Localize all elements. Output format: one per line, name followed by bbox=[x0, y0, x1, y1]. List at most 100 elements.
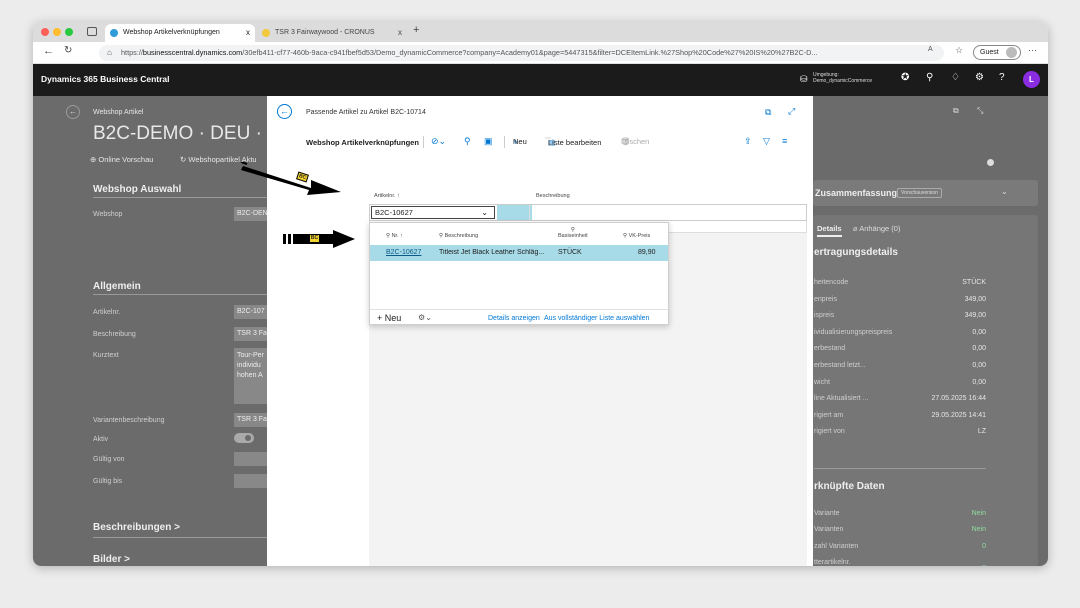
column-header-beschreibung[interactable]: Beschreibung bbox=[536, 193, 570, 199]
details-link[interactable]: Details anzeigen bbox=[488, 315, 540, 322]
annotation-marker: BC bbox=[309, 234, 320, 243]
search-icon[interactable]: ⚲ bbox=[926, 72, 933, 83]
factbox-row-value: STÜCK bbox=[962, 279, 986, 286]
back-icon[interactable]: ← bbox=[277, 104, 292, 119]
lookup-col-vk[interactable]: ⚲ VK-Preis bbox=[623, 233, 650, 239]
online-preview-action[interactable]: ⊕ Online Vorschau bbox=[90, 155, 153, 164]
section-allgemein: Allgemein bbox=[93, 281, 141, 292]
variantenbeschreibung-field[interactable]: TSR 3 Fa bbox=[234, 413, 267, 427]
factbox-row-label: rigiert am bbox=[814, 411, 844, 419]
refresh-icon[interactable]: ↻ bbox=[64, 45, 72, 56]
app-title: Dynamics 365 Business Central bbox=[41, 74, 170, 84]
section-bilder[interactable]: Bilder > bbox=[93, 554, 130, 565]
column-header-artikelnr[interactable]: Artikelnr. ↑ bbox=[374, 193, 400, 199]
factbox-row-label: wicht bbox=[814, 378, 830, 386]
search-icon[interactable]: ⚲ bbox=[464, 136, 471, 147]
back-icon[interactable]: ← bbox=[66, 105, 80, 119]
annotation-arrow-1 bbox=[241, 162, 341, 195]
field-label: Variantenbeschreibung bbox=[93, 417, 165, 424]
page-subtitle: Webshop Artikel bbox=[93, 109, 144, 116]
full-list-link[interactable]: Aus vollständiger Liste auswählen bbox=[544, 315, 649, 322]
divider bbox=[814, 468, 986, 469]
chevron-down-icon[interactable]: ⌄ bbox=[1001, 187, 1008, 196]
tab-tsr[interactable]: TSR 3 Fairwaywood - CRONUS x bbox=[257, 24, 407, 42]
collapse-icon[interactable]: ⤡ bbox=[977, 106, 983, 116]
field-label: Aktiv bbox=[93, 436, 109, 443]
guest-profile-button[interactable]: Guest bbox=[973, 45, 1021, 60]
new-tab-button[interactable]: + bbox=[413, 24, 419, 36]
filter-pane-icon[interactable]: ▣ bbox=[484, 136, 493, 147]
webshop-field[interactable]: B2C-DEN bbox=[234, 207, 267, 221]
column-label: Basiseinheit bbox=[558, 233, 588, 239]
filter-icon[interactable]: ▽ bbox=[763, 136, 770, 147]
separator bbox=[423, 136, 424, 148]
lookup-row-einheit: STÜCK bbox=[558, 249, 582, 256]
lookup-row-nr[interactable]: B2C-10627 bbox=[386, 249, 421, 256]
gueltig-von-field[interactable] bbox=[234, 452, 267, 466]
favorites-icon[interactable]: ☆ bbox=[955, 45, 963, 56]
button-label: Löschen bbox=[621, 137, 650, 146]
minimize-window-icon[interactable] bbox=[53, 28, 61, 36]
edit-list-button[interactable]: ▤ Liste bearbeiten bbox=[545, 137, 601, 147]
factbox-section-title: ertragungsdetails bbox=[814, 247, 898, 258]
toggle-knob bbox=[245, 435, 251, 441]
field-label: Gültig bis bbox=[93, 478, 123, 485]
url-path: /30efb411-cf77-460b-9aca-c941fbef5d53/De… bbox=[242, 48, 818, 57]
tab-close-icon[interactable]: x bbox=[246, 24, 250, 42]
section-webshop-auswahl: Webshop Auswahl bbox=[93, 184, 182, 195]
user-avatar[interactable]: L bbox=[1023, 71, 1040, 88]
gueltig-bis-field[interactable] bbox=[234, 474, 267, 488]
address-bar: ← ↻ ⌂ https://businesscentral.dynamics.c… bbox=[33, 42, 1048, 64]
divider bbox=[93, 294, 267, 295]
back-icon[interactable]: ← bbox=[43, 45, 54, 57]
lookup-col-nr[interactable]: ⚲ Nr. ↑ bbox=[386, 233, 403, 239]
field-label: Beschreibung bbox=[93, 331, 136, 338]
factbox-row-value: 0 bbox=[982, 542, 986, 550]
factbox-row-label: enpreis bbox=[814, 295, 837, 303]
bell-icon[interactable]: ♢ bbox=[951, 72, 960, 83]
popout-icon[interactable]: ⧉ bbox=[765, 107, 771, 118]
factbox-header[interactable]: Zusammenfassung Vorschauversion ⌄ bbox=[813, 180, 1038, 206]
info-icon[interactable] bbox=[987, 159, 994, 166]
factbox-title: Zusammenfassung bbox=[815, 188, 898, 198]
factbox-row-label: ividualisierungspreispreis bbox=[814, 328, 893, 336]
more-icon[interactable]: ⋯ bbox=[1028, 45, 1037, 56]
maximize-window-icon[interactable] bbox=[65, 28, 73, 36]
lookup-dialog: ← Passende Artikel zu Artikel B2C-10714 … bbox=[267, 96, 813, 566]
help-icon[interactable]: ? bbox=[999, 72, 1005, 83]
expand-icon[interactable]: ⤢ bbox=[788, 106, 795, 117]
chevron-down-icon[interactable]: ⌄ bbox=[481, 207, 488, 218]
tab-webshop[interactable]: Webshop Artikelverknüpfungen x bbox=[105, 24, 255, 42]
tab-details[interactable]: Details bbox=[817, 224, 842, 237]
factbox-row-value: 0,00 bbox=[972, 362, 986, 369]
list-title: Webshop Artikelverknüpfungen bbox=[306, 138, 419, 147]
popout-icon[interactable]: ⧉ bbox=[953, 106, 959, 116]
artikelnr-field[interactable]: B2C-107 bbox=[234, 305, 267, 319]
sidebar-toggle-icon[interactable] bbox=[87, 27, 97, 36]
lookup-new-button[interactable]: + Neu bbox=[377, 313, 401, 323]
tab-anhaenge[interactable]: ⌀ Anhänge (0) bbox=[853, 224, 900, 233]
preview-badge: Vorschauversion bbox=[897, 188, 942, 198]
lookup-col-beschreibung[interactable]: ⚲ Beschreibung bbox=[439, 233, 478, 239]
kurztext-field[interactable]: Tour-Per individu hohen A bbox=[234, 348, 267, 404]
section-beschreibungen[interactable]: Beschreibungen > bbox=[93, 522, 180, 533]
beschreibung-field[interactable]: TSR 3 Fa bbox=[234, 327, 267, 341]
tab-close-icon[interactable]: x bbox=[398, 24, 402, 42]
copilot-analysis-icon[interactable]: ⊘⌄ bbox=[431, 136, 446, 147]
factbox-row-label: rigiert von bbox=[814, 428, 845, 436]
artikelnr-input[interactable]: B2C-10627 ⌄ bbox=[371, 206, 495, 219]
menu-icon[interactable]: ≡ bbox=[782, 136, 787, 146]
url-field[interactable]: ⌂ https://businesscentral.dynamics.com/3… bbox=[99, 45, 944, 61]
gear-icon[interactable]: ⚙ bbox=[975, 72, 984, 83]
close-window-icon[interactable] bbox=[41, 28, 49, 36]
copilot-icon[interactable]: ✪ bbox=[901, 72, 909, 83]
button-label: Neu bbox=[384, 313, 402, 323]
factbox-row-value: Nein bbox=[971, 526, 986, 534]
lookup-col-basis[interactable]: ⚲ Basiseinheit bbox=[558, 227, 588, 239]
gear-icon[interactable]: ⚙⌄ bbox=[418, 313, 432, 322]
lookup-row-selected[interactable]: B2C-10627 Titleist Jet Black Leather Sch… bbox=[370, 245, 668, 261]
aktiv-toggle[interactable] bbox=[234, 433, 254, 443]
webshop-label: Webshop bbox=[93, 211, 123, 218]
reader-icon[interactable]: A bbox=[928, 46, 933, 53]
share-icon[interactable]: ⇪ bbox=[744, 136, 752, 147]
